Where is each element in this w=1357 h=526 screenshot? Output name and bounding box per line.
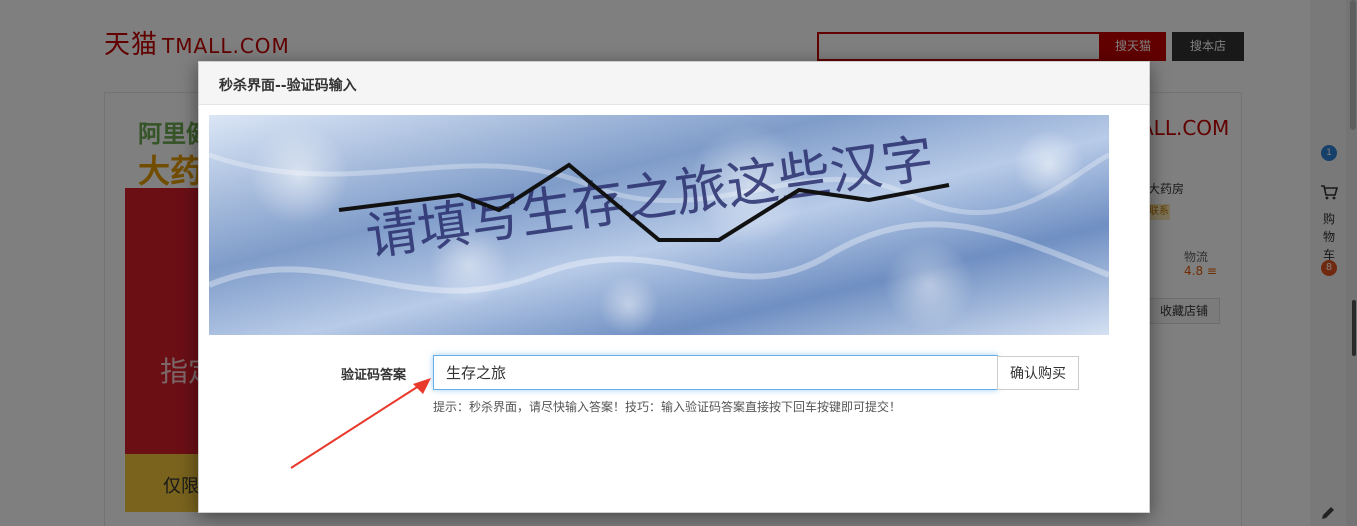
captcha-image: 请填写生存之旅这些汉字 bbox=[209, 115, 1109, 335]
captcha-answer-input[interactable] bbox=[433, 355, 998, 390]
hint-text: 提示：秒杀界面，请尽快输入答案！技巧：输入验证码答案直接按下回车按键即可提交！ bbox=[433, 400, 902, 414]
annotation-arrow-icon bbox=[290, 378, 431, 469]
confirm-purchase-button[interactable]: 确认购买 bbox=[997, 356, 1079, 390]
dialog-header: 秒杀界面--验证码输入 bbox=[199, 62, 1149, 105]
dialog-title: 秒杀界面--验证码输入 bbox=[219, 78, 357, 94]
